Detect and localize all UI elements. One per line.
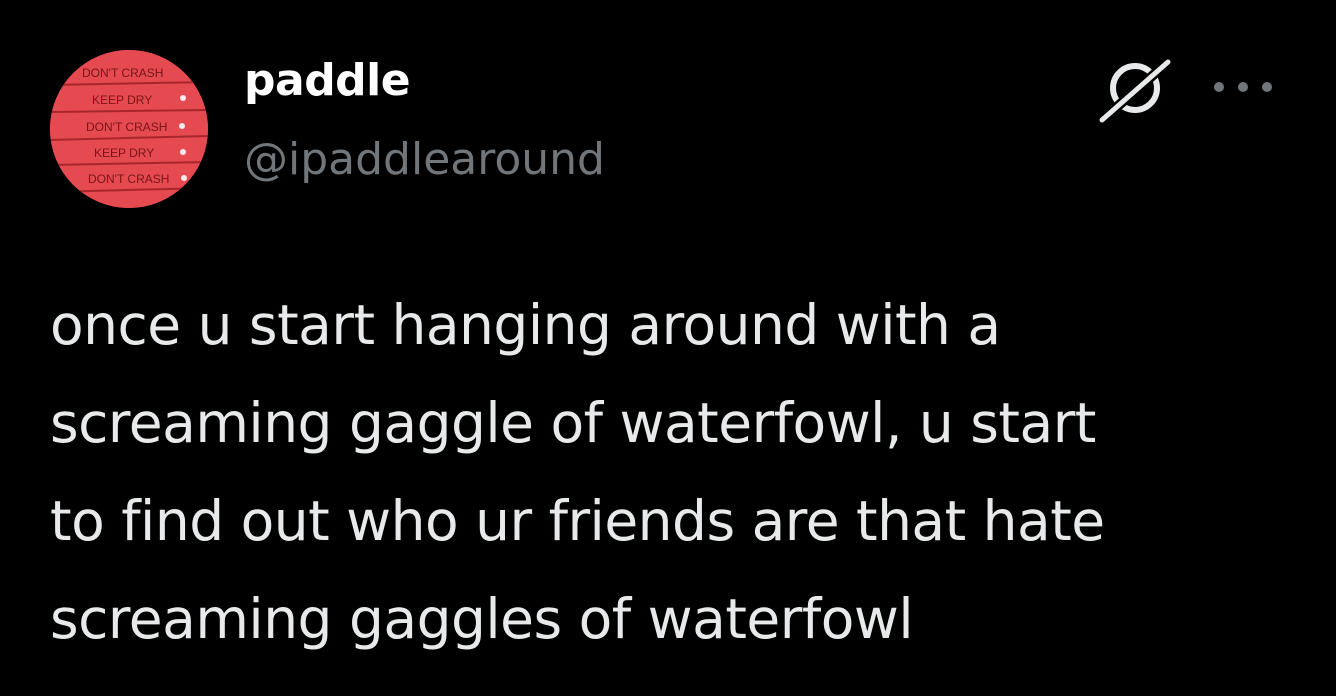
user-handle[interactable]: @ipaddlearound [244, 134, 605, 185]
tweet-card: DON'T CRASH KEEP DRY DON'T CRASH KEEP DR… [0, 0, 1336, 696]
avatar-text-line: KEEP DRY [94, 146, 154, 160]
avatar-text-line: DON'T CRASH [88, 172, 169, 186]
avatar-text-line: KEEP DRY [92, 93, 152, 107]
avatar-text-line: DON'T CRASH [82, 66, 163, 80]
display-name[interactable]: paddle [244, 55, 411, 106]
avatar-text-line: DON'T CRASH [86, 120, 167, 134]
avatar[interactable]: DON'T CRASH KEEP DRY DON'T CRASH KEEP DR… [50, 50, 208, 208]
avatar-image: DON'T CRASH KEEP DRY DON'T CRASH KEEP DR… [50, 50, 208, 208]
grok-icon[interactable] [1098, 56, 1172, 124]
tweet-text: once u start hanging around with a screa… [50, 293, 1105, 651]
more-icon[interactable] [1210, 75, 1276, 99]
